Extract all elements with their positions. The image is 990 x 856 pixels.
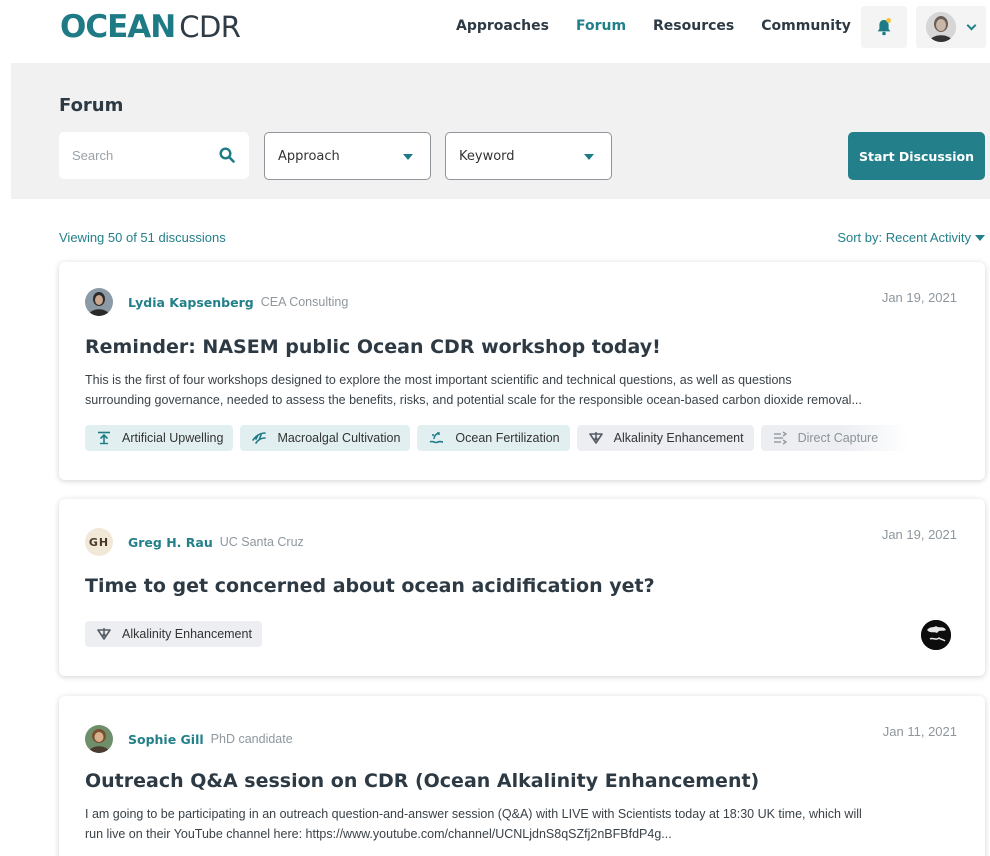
author-row: Sophie Gill PhD candidate [85,725,293,753]
main-nav: Approaches Forum Resources Community [456,18,897,34]
author-avatar[interactable] [85,725,113,753]
approach-select[interactable]: Approach [264,132,431,180]
participant-avatar[interactable] [921,620,951,650]
search-input[interactable] [59,132,209,179]
tag-label: Ocean Fertilization [455,431,560,445]
author-name[interactable]: Sophie Gill [128,732,204,747]
top-navbar: OCEAN CDR Approaches Forum Resources Com… [0,0,990,62]
seaweed-icon [252,432,267,444]
discussion-card[interactable]: GH Greg H. Rau UC Santa Cruz Jan 19, 202… [59,499,985,676]
ocean-cdr-logo[interactable]: OCEAN CDR [60,9,241,45]
page-title: Forum [59,95,124,116]
nav-resources[interactable]: Resources [653,18,734,34]
post-date: Jan 19, 2021 [881,527,957,542]
alkalinity-icon [588,432,603,444]
tag-list: Alkalinity Enhancement [85,621,269,647]
discussion-card[interactable]: Sophie Gill PhD candidate Jan 11, 2021 O… [59,696,985,856]
chevron-down-icon [966,20,977,31]
tag-artificial-upwelling[interactable]: Artificial Upwelling [85,425,234,451]
tag-label: Alkalinity Enhancement [122,627,252,641]
excerpt-line: I am going to be participating in an out… [85,807,862,821]
caret-down-icon [975,234,985,241]
user-avatar [926,12,956,42]
keyword-select-label: Keyword [459,149,515,164]
post-date: Jan 19, 2021 [881,290,957,305]
nav-community-label: Community [761,18,851,34]
tag-list: Artificial Upwelling Macroalgal Cultivat… [85,425,915,451]
excerpt-line: This is the first of four workshops desi… [85,373,792,387]
logo-cdr-text: CDR [179,10,241,44]
alkalinity-icon [97,628,111,640]
excerpt-line: surrounding governance, needed to assess… [85,393,862,407]
nav-approaches[interactable]: Approaches [456,18,549,34]
tag-ocean-fertilization[interactable]: Ocean Fertilization [417,425,570,451]
post-excerpt: I am going to be participating in an out… [85,804,965,844]
tag-alkalinity-enhancement[interactable]: Alkalinity Enhancement [85,621,262,647]
keyword-select[interactable]: Keyword [445,132,612,180]
author-name[interactable]: Greg H. Rau [128,535,213,550]
search-icon[interactable] [219,147,235,163]
nav-forum[interactable]: Forum [576,18,626,34]
post-title[interactable]: Reminder: NASEM public Ocean CDR worksho… [85,336,661,358]
discussion-count: Viewing 50 of 51 discussions [59,230,226,245]
author-avatar[interactable]: GH [85,528,113,556]
caret-down-icon [403,154,413,160]
sort-label: Sort by: Recent Activity [837,230,971,245]
author-org: PhD candidate [210,732,293,746]
post-excerpt: This is the first of four workshops desi… [85,370,965,410]
search-box [59,132,249,179]
bell-icon [877,18,891,36]
sort-dropdown[interactable]: Sort by: Recent Activity [837,230,985,245]
tag-macroalgal-cultivation[interactable]: Macroalgal Cultivation [240,425,411,451]
tag-alkalinity-enhancement[interactable]: Alkalinity Enhancement [576,425,754,451]
user-menu-button[interactable] [916,6,986,48]
author-org: CEA Consulting [260,295,349,309]
post-title[interactable]: Outreach Q&A session on CDR (Ocean Alkal… [85,770,759,792]
author-org: UC Santa Cruz [219,535,304,549]
start-discussion-button[interactable]: Start Discussion [848,132,985,180]
nav-community[interactable]: Community [761,18,872,34]
logo-ocean-text: OCEAN [60,9,176,45]
excerpt-line: run live on their YouTube channel here: … [85,827,672,841]
caret-down-icon [584,154,594,160]
tag-direct-capture[interactable]: Direct Capture [760,425,909,451]
tag-label: Artificial Upwelling [122,431,224,445]
author-avatar[interactable] [85,288,113,316]
upwelling-icon [98,431,110,445]
author-row: GH Greg H. Rau UC Santa Cruz [85,528,304,556]
notifications-button[interactable] [861,6,907,48]
author-name[interactable]: Lydia Kapsenberg [128,295,254,310]
tag-label: Direct Capture [797,431,879,445]
direct-capture-icon [773,431,787,445]
forum-filter-bar: Forum Approach Keyword Start Discussion [11,63,990,199]
post-title[interactable]: Time to get concerned about ocean acidif… [85,575,655,597]
discussion-card[interactable]: Lydia Kapsenberg CEA Consulting Jan 19, … [59,262,985,480]
tag-label: Alkalinity Enhancement [613,431,744,445]
post-date: Jan 11, 2021 [882,724,957,739]
approach-select-label: Approach [278,149,340,164]
author-row: Lydia Kapsenberg CEA Consulting [85,288,348,316]
fertilization-icon [429,432,444,444]
tag-label: Macroalgal Cultivation [277,431,401,445]
